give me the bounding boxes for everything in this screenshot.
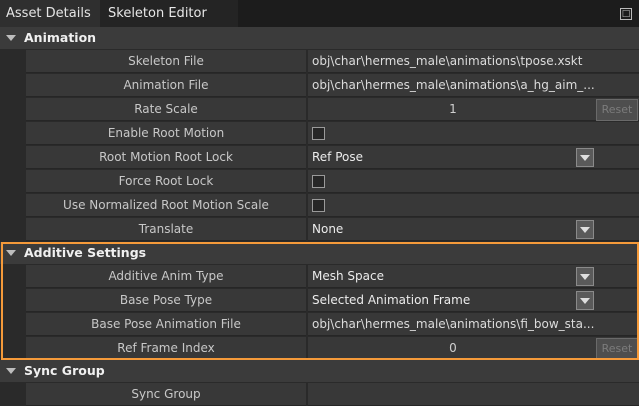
tab-asset-details[interactable]: Asset Details (0, 0, 112, 27)
dropdown-arrow-icon[interactable] (576, 291, 594, 310)
use-normalized-checkbox[interactable] (312, 199, 325, 212)
property-row-enable-root-motion: Enable Root Motion (0, 122, 639, 145)
force-root-lock-checkbox[interactable] (312, 175, 325, 188)
base-pose-type-dropdown[interactable]: Selected Animation Frame (308, 289, 639, 312)
property-label: Base Pose Type (26, 289, 306, 312)
dropdown-arrow-icon[interactable] (576, 220, 594, 239)
property-row-rate-scale: Rate Scale 1 Reset (0, 98, 639, 121)
rate-scale-field[interactable]: 1 Reset (308, 98, 639, 121)
skeleton-file-field[interactable]: obj\char\hermes_male\animations\tpose.xs… (308, 50, 639, 73)
reset-button[interactable]: Reset (596, 338, 638, 360)
property-row-use-normalized-root-motion-scale: Use Normalized Root Motion Scale (0, 194, 639, 217)
section-title: Sync Group (24, 363, 105, 378)
dropdown-arrow-icon[interactable] (576, 267, 594, 286)
collapse-triangle-icon[interactable] (6, 35, 16, 41)
collapse-triangle-icon[interactable] (6, 368, 16, 374)
property-row-additive-anim-type: Additive Anim Type Mesh Space (0, 265, 639, 288)
property-value: obj\char\hermes_male\animations\fi_bow_s… (312, 317, 595, 331)
animation-file-field[interactable]: obj\char\hermes_male\animations\a_hg_aim… (308, 74, 639, 97)
property-value: Ref Pose (312, 150, 364, 164)
tab-bar: Asset Details Skeleton Editor □ (0, 0, 639, 27)
property-row-skeleton-file: Skeleton File obj\char\hermes_male\anima… (0, 50, 639, 73)
property-label: Enable Root Motion (26, 122, 306, 145)
property-row-base-pose-animation-file: Base Pose Animation File obj\char\hermes… (0, 313, 639, 336)
root-motion-root-lock-dropdown[interactable]: Ref Pose (308, 146, 639, 169)
tab-skeleton-editor[interactable]: Skeleton Editor (100, 0, 238, 27)
property-value: obj\char\hermes_male\animations\tpose.xs… (312, 54, 583, 68)
property-row-root-motion-root-lock: Root Motion Root Lock Ref Pose (0, 146, 639, 169)
property-label: Animation File (26, 74, 306, 97)
property-row-sync-group: Sync Group (0, 383, 639, 406)
section-header-animation[interactable]: Animation (0, 27, 639, 49)
property-label: Ref Frame Index (26, 337, 306, 360)
section-title: Additive Settings (24, 245, 147, 260)
property-label: Sync Group (26, 383, 306, 406)
enable-root-motion-checkbox[interactable] (312, 127, 325, 140)
property-label: Skeleton File (26, 50, 306, 73)
property-value: 0 (449, 341, 457, 355)
property-label: Additive Anim Type (26, 265, 306, 288)
property-label: Base Pose Animation File (26, 313, 306, 336)
property-value: Selected Animation Frame (312, 293, 471, 307)
property-label: Force Root Lock (26, 170, 306, 193)
sync-group-field[interactable] (308, 383, 639, 406)
property-value: None (312, 222, 344, 236)
section-header-additive-settings[interactable]: Additive Settings (0, 242, 639, 264)
property-label: Use Normalized Root Motion Scale (26, 194, 306, 217)
property-label: Translate (26, 218, 306, 241)
property-row-animation-file: Animation File obj\char\hermes_male\anim… (0, 74, 639, 97)
property-row-ref-frame-index: Ref Frame Index 0 Reset (0, 337, 639, 360)
additive-anim-type-dropdown[interactable]: Mesh Space (308, 265, 639, 288)
pin-icon[interactable]: □ (620, 8, 632, 20)
property-value: obj\char\hermes_male\animations\a_hg_aim… (312, 78, 595, 92)
property-row-force-root-lock: Force Root Lock (0, 170, 639, 193)
property-value: 1 (449, 102, 457, 116)
property-row-translate: Translate None (0, 218, 639, 241)
collapse-triangle-icon[interactable] (6, 250, 16, 256)
reset-button[interactable]: Reset (596, 99, 638, 121)
property-value: Mesh Space (312, 269, 384, 283)
section-title: Animation (24, 30, 97, 45)
ref-frame-index-field[interactable]: 0 Reset (308, 337, 639, 360)
property-label: Root Motion Root Lock (26, 146, 306, 169)
base-pose-animation-file-field[interactable]: obj\char\hermes_male\animations\fi_bow_s… (308, 313, 639, 336)
section-header-sync-group[interactable]: Sync Group (0, 360, 639, 382)
translate-dropdown[interactable]: None (308, 218, 639, 241)
dropdown-arrow-icon[interactable] (576, 148, 594, 167)
property-label: Rate Scale (26, 98, 306, 121)
property-row-base-pose-type: Base Pose Type Selected Animation Frame (0, 289, 639, 312)
